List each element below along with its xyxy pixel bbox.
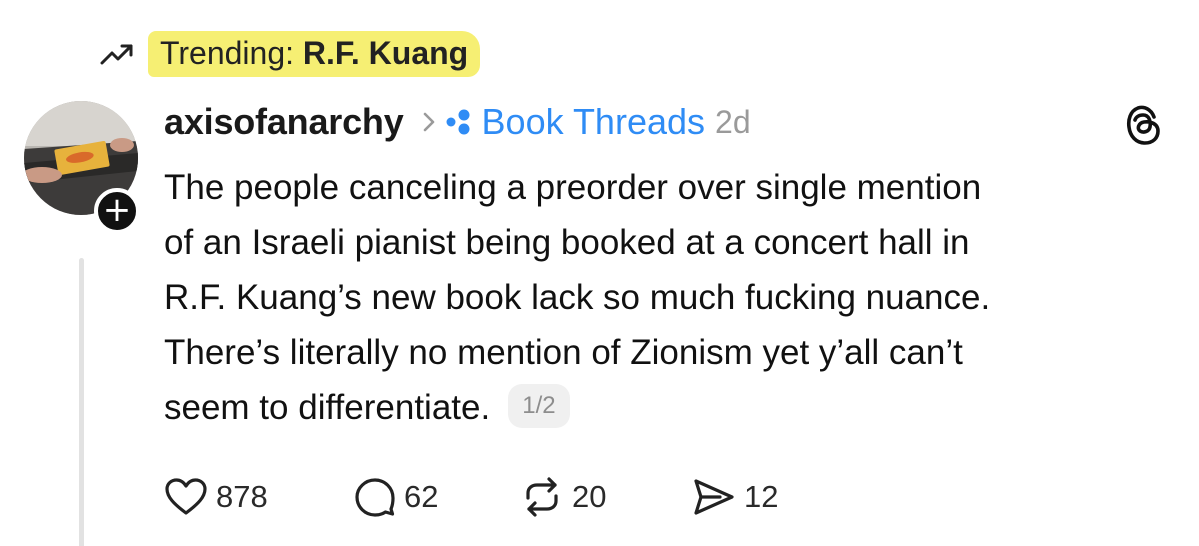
post-text-line: There’s literally no mention of Zionism … [164, 333, 963, 372]
community-dots-icon [446, 109, 476, 135]
threads-post-screen: Trending: R.F. Kuang + axisofanarchy Boo… [0, 0, 1199, 546]
community-link[interactable]: Book Threads [482, 101, 705, 143]
reply-count: 62 [404, 479, 439, 514]
post-text-line: of an Israeli pianist being booked at a … [164, 223, 970, 262]
trending-row[interactable]: Trending: R.F. Kuang [100, 31, 481, 77]
post-text: The people canceling a preorder over sin… [164, 160, 1174, 435]
trending-prefix: Trending: [160, 35, 294, 71]
post-text-line: The people canceling a preorder over sin… [164, 168, 982, 207]
send-icon [694, 479, 734, 515]
repost-button[interactable]: 20 [520, 476, 692, 518]
thread-line [79, 258, 84, 546]
trending-topic: R.F. Kuang [302, 35, 469, 71]
post-header: axisofanarchy Book Threads 2d [164, 96, 751, 148]
like-button[interactable]: 878 [164, 477, 354, 517]
post-timestamp: 2d [715, 103, 751, 140]
threads-logo-icon[interactable] [1124, 103, 1164, 147]
heart-icon [165, 478, 207, 515]
trending-up-icon [100, 39, 140, 69]
thread-page-counter[interactable]: 1/2 [508, 383, 570, 428]
post-text-line-last: seem to differentiate. 1/2 [164, 380, 1174, 435]
share-button[interactable]: 12 [692, 477, 812, 517]
follow-plus-icon[interactable]: + [94, 188, 140, 234]
repost-icon [526, 477, 558, 517]
like-count: 878 [216, 479, 268, 514]
trending-label[interactable]: Trending: R.F. Kuang [148, 31, 481, 77]
reply-button[interactable]: 62 [354, 476, 520, 518]
post-text-line: R.F. Kuang’s new book lack so much fucki… [164, 278, 991, 317]
post-text-line: seem to differentiate. [164, 388, 491, 427]
post-actions: 878 62 20 12 [164, 474, 812, 520]
share-count: 12 [744, 479, 779, 514]
username[interactable]: axisofanarchy [164, 101, 404, 143]
comment-icon [355, 478, 395, 517]
chevron-right-icon [422, 111, 436, 133]
repost-count: 20 [572, 479, 607, 514]
